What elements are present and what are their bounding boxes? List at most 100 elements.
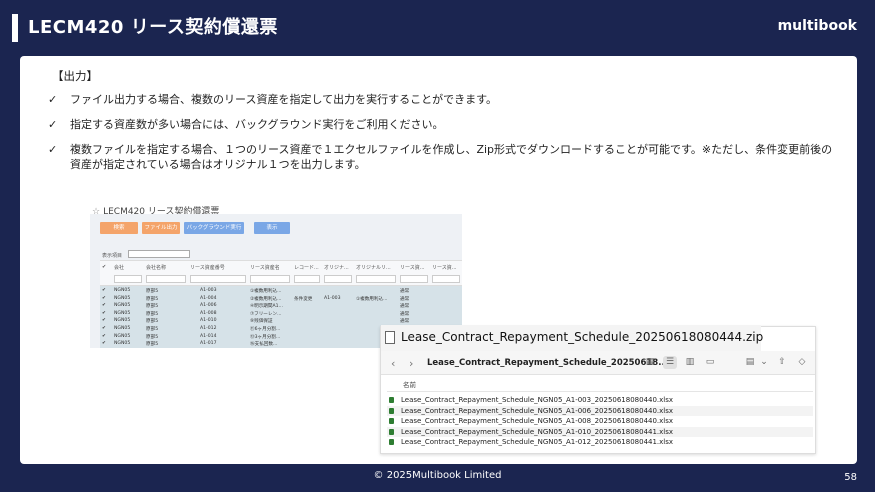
table-cell: 原部5 (146, 296, 159, 302)
tag-icon[interactable]: ◇ (795, 356, 809, 369)
table-cell: NGN05 (114, 341, 131, 347)
table-row[interactable]: ✔ NGN05 原部5 A1-008 ⑦フリーレン... 通常 (100, 310, 462, 318)
table-cell: A1-012 (200, 326, 217, 331)
row-checkbox[interactable]: ✔ (102, 288, 106, 293)
filter-select[interactable] (128, 250, 190, 258)
column-header[interactable]: リース資... (432, 264, 457, 271)
table-row[interactable]: ✔ NGN05 原部5 A1-003 ①複数用利込... 通常 (100, 287, 462, 295)
row-checkbox[interactable]: ✔ (102, 296, 106, 301)
column-header[interactable]: リース資産番号 (190, 264, 225, 271)
chevron-down-icon[interactable]: ⌄ (757, 356, 771, 369)
content-card: 【出力】 ✓ ファイル出力する場合、複数のリース資産を指定して出力を実行することが… (20, 56, 857, 464)
table-cell: NGN05 (114, 303, 131, 309)
excel-file-icon (389, 407, 394, 414)
divider (387, 391, 813, 392)
file-row[interactable]: Lease_Contract_Repayment_Schedule_NGN05_… (387, 426, 813, 437)
display-button[interactable]: 表示 (254, 222, 290, 234)
row-checkbox[interactable]: ✔ (102, 326, 106, 331)
table-row[interactable]: ✔ NGN05 原部5 A1-004 ②複数用利込... 条件変更 A1-003 ①複数用利込… (100, 295, 462, 303)
filter-label: 表示項目 (102, 253, 123, 259)
column-header[interactable]: 会社 (114, 264, 124, 271)
excel-file-icon (389, 418, 394, 424)
icon-view-icon[interactable]: ▦ (643, 356, 657, 369)
file-name: Lease_Contract_Repayment_Schedule_NGN05_… (401, 396, 674, 404)
search-button[interactable]: 検索 (100, 222, 138, 234)
table-cell: 原部5 (146, 342, 159, 348)
column-filter-input[interactable] (324, 275, 352, 283)
table-cell: A1-003 (324, 295, 341, 301)
excel-file-icon (389, 397, 394, 403)
back-icon[interactable]: ‹ (391, 357, 395, 370)
table-cell: ①複数用利込... (250, 289, 282, 294)
column-filter-input[interactable] (294, 275, 320, 283)
background-run-button[interactable]: バックグラウンド実行 (184, 222, 244, 234)
table-cell: ⑪6ヶ月分割... (250, 327, 281, 332)
name-column-header[interactable]: 名前 (403, 379, 416, 389)
select-all-check[interactable]: ✔ (102, 264, 106, 270)
check-icon: ✓ (48, 93, 58, 106)
table-cell: NGN05 (114, 333, 131, 339)
file-row[interactable]: Lease_Contract_Repayment_Schedule_NGN05_… (387, 395, 813, 405)
table-cell: NGN05 (114, 288, 131, 293)
table-cell: ⑯支払回数... (250, 342, 278, 348)
forward-icon[interactable]: › (409, 357, 413, 370)
file-row[interactable]: Lease_Contract_Repayment_Schedule_NGN05_… (387, 405, 813, 416)
table-cell: ⑦フリーレン... (250, 311, 282, 317)
column-header[interactable]: レコード... (294, 264, 319, 271)
bullet-text: 指定する資産数が多い場合には、バックグラウンド実行をご利用ください。 (70, 118, 444, 131)
column-filter-input[interactable] (400, 275, 428, 283)
table-cell: 原部5 (146, 311, 159, 317)
column-header[interactable]: オリジナ... (324, 264, 349, 271)
table-cell: ⑬3ヶ月分割... (250, 334, 281, 340)
gallery-view-icon[interactable]: ▭ (703, 356, 717, 369)
check-icon: ✓ (48, 118, 58, 131)
row-checkbox[interactable]: ✔ (102, 341, 106, 346)
table-cell: 原部5 (146, 304, 159, 310)
table-header: ✔ 会社 会社名称 リース資産番号 リース資産名 レコード... オリジナ...… (100, 260, 462, 286)
column-filter-input[interactable] (146, 275, 186, 283)
bullet-text: 複数ファイルを指定する場合、１つのリース資産で１エクセルファイルを作成し、Zip… (70, 143, 833, 171)
file-name: Lease_Contract_Repayment_Schedule_NGN05_… (401, 417, 674, 425)
page-number: 58 (844, 472, 857, 483)
table-cell: A1-017 (200, 341, 217, 347)
row-checkbox[interactable]: ✔ (102, 334, 106, 339)
share-icon[interactable]: ⇧ (775, 356, 789, 369)
table-cell: 通常 (400, 311, 410, 317)
copyright: © 2025Multibook Limited (373, 470, 502, 481)
brand-logo: multibook (777, 18, 857, 34)
row-checkbox[interactable]: ✔ (102, 318, 106, 323)
table-cell: A1-004 (200, 295, 217, 301)
file-name: Lease_Contract_Repayment_Schedule_NGN05_… (401, 406, 674, 415)
section-label: 【出力】 (52, 69, 98, 83)
bullet-list: ✓ ファイル出力する場合、複数のリース資産を指定して出力を実行することができます。… (48, 92, 838, 182)
file-row[interactable]: Lease_Contract_Repayment_Schedule_NGN05_… (387, 416, 813, 426)
file-output-button[interactable]: ファイル出力 (142, 222, 180, 234)
column-header[interactable]: リース資産名 (250, 264, 280, 271)
group-icon[interactable]: ▤ (743, 356, 757, 369)
column-filter-input[interactable] (250, 275, 290, 283)
table-cell: NGN05 (114, 318, 131, 324)
finder-toolbar: ‹ › Lease_Contract_Repayment_Schedule_20… (381, 351, 815, 375)
file-row[interactable]: Lease_Contract_Repayment_Schedule_NGN05_… (387, 437, 813, 447)
column-header[interactable]: オリジナルリ... (356, 264, 391, 271)
bullet-item: ✓ 複数ファイルを指定する場合、１つのリース資産で１エクセルファイルを作成し、Zi… (48, 142, 838, 172)
header-accent-bar (12, 14, 18, 42)
table-row[interactable]: ✔ NGN05 原部5 A1-006 ④明示期間A1... 通常 (100, 302, 462, 310)
table-cell: 条件変更 (294, 296, 313, 302)
column-filter-input[interactable] (356, 275, 396, 283)
column-header[interactable]: 会社名称 (146, 264, 166, 271)
row-checkbox[interactable]: ✔ (102, 311, 106, 316)
list-view-icon[interactable]: ☰ (663, 356, 677, 369)
table-cell: 通常 (400, 296, 410, 302)
column-view-icon[interactable]: ▥ (683, 356, 697, 369)
bullet-item: ✓ ファイル出力する場合、複数のリース資産を指定して出力を実行することができます。 (48, 92, 838, 107)
column-filter-input[interactable] (432, 275, 460, 283)
bullet-item: ✓ 指定する資産数が多い場合には、バックグラウンド実行をご利用ください。 (48, 117, 838, 132)
table-cell: NGN05 (114, 295, 131, 301)
row-checkbox[interactable]: ✔ (102, 303, 106, 308)
finder-title-bar: Lease_Contract_Repayment_Schedule_202506… (381, 325, 763, 351)
column-header[interactable]: リース資... (400, 264, 425, 271)
table-row[interactable]: ✔ NGN05 原部5 A1-010 ⑨残価保証 通常 (100, 317, 462, 325)
column-filter-input[interactable] (114, 275, 142, 283)
column-filter-input[interactable] (190, 275, 246, 283)
